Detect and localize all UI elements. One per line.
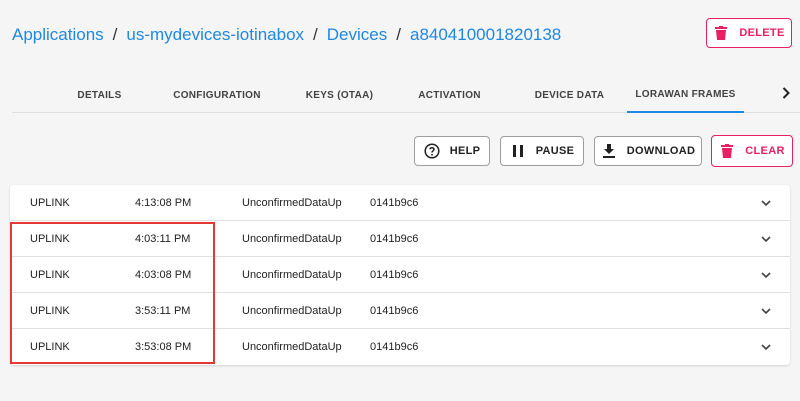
delete-button-label: DELETE [739, 27, 785, 39]
frame-direction: UPLINK [30, 269, 70, 281]
delete-button[interactable]: DELETE [706, 18, 792, 48]
tab-device-data[interactable]: DEVICE DATA [522, 77, 617, 113]
frame-time: 4:13:08 PM [135, 197, 192, 209]
frame-time: 3:53:11 PM [135, 305, 191, 317]
breadcrumb-separator: / [313, 25, 318, 44]
breadcrumb-separator: / [396, 25, 401, 44]
download-button[interactable]: DOWNLOAD [594, 136, 702, 166]
help-button[interactable]: HELP [414, 136, 490, 166]
frame-type: UnconfirmedDataUp [242, 269, 342, 281]
frame-direction: UPLINK [30, 305, 70, 317]
pause-icon [510, 143, 526, 159]
trash-icon [713, 25, 729, 41]
frame-row[interactable]: UPLINK 4:03:08 PM UnconfirmedDataUp 0141… [10, 257, 790, 293]
frame-time: 4:03:08 PM [135, 269, 192, 281]
frame-row[interactable]: UPLINK 4:13:08 PM UnconfirmedDataUp 0141… [10, 185, 790, 221]
frame-address: 0141b9c6 [370, 197, 419, 209]
chevron-down-icon[interactable] [758, 329, 774, 365]
frame-time: 3:53:08 PM [135, 341, 192, 353]
frame-address: 0141b9c6 [370, 233, 419, 245]
frame-type: UnconfirmedDataUp [242, 197, 342, 209]
help-circle-icon [424, 143, 440, 159]
chevron-down-icon[interactable] [758, 257, 774, 293]
tab-keys-otaa[interactable]: KEYS (OTAA) [292, 77, 387, 113]
breadcrumb: Applications / us-mydevices-iotinabox / Devi… [12, 25, 561, 45]
frame-address: 0141b9c6 [370, 305, 419, 317]
tab-configuration[interactable]: CONFIGURATION [167, 77, 267, 113]
frame-type: UnconfirmedDataUp [242, 233, 342, 245]
breadcrumb-devices[interactable]: Devices [327, 25, 387, 44]
frame-type: UnconfirmedDataUp [242, 305, 342, 317]
tabs-scroll-right-button[interactable] [772, 77, 800, 113]
clear-button-label: CLEAR [745, 145, 785, 157]
pause-button[interactable]: PAUSE [500, 136, 584, 166]
chevron-right-icon [782, 86, 790, 104]
help-button-label: HELP [449, 145, 481, 157]
tab-lorawan-frames[interactable]: LORAWAN FRAMES [627, 77, 744, 113]
frame-row[interactable]: UPLINK 3:53:11 PM UnconfirmedDataUp 0141… [10, 293, 790, 329]
download-button-label: DOWNLOAD [626, 145, 696, 157]
frame-address: 0141b9c6 [370, 269, 419, 281]
trash-icon [719, 143, 735, 159]
tab-details[interactable]: DETAILS [62, 77, 137, 113]
chevron-down-icon[interactable] [758, 185, 774, 221]
frame-type: UnconfirmedDataUp [242, 341, 342, 353]
frame-row[interactable]: UPLINK 4:03:11 PM UnconfirmedDataUp 0141… [10, 221, 790, 257]
breadcrumb-device[interactable]: a840410001820138 [410, 25, 561, 44]
pause-button-label: PAUSE [535, 145, 575, 157]
frame-time: 4:03:11 PM [135, 233, 191, 245]
tab-activation[interactable]: ACTIVATION [412, 77, 487, 113]
chevron-down-icon[interactable] [758, 293, 774, 329]
frames-list: UPLINK 4:13:08 PM UnconfirmedDataUp 0141… [10, 185, 790, 365]
download-icon [601, 143, 617, 159]
frame-address: 0141b9c6 [370, 341, 419, 353]
frame-direction: UPLINK [30, 197, 70, 209]
breadcrumb-separator: / [112, 25, 118, 44]
chevron-down-icon[interactable] [758, 221, 774, 257]
frame-direction: UPLINK [30, 341, 70, 353]
breadcrumb-application[interactable]: us-mydevices-iotinabox [126, 25, 304, 44]
breadcrumb-applications[interactable]: Applications [12, 25, 104, 44]
frame-direction: UPLINK [30, 233, 70, 245]
clear-button[interactable]: CLEAR [711, 135, 793, 167]
frame-row[interactable]: UPLINK 3:53:08 PM UnconfirmedDataUp 0141… [10, 329, 790, 365]
tab-bar: DETAILS CONFIGURATION KEYS (OTAA) ACTIVA… [12, 77, 800, 113]
